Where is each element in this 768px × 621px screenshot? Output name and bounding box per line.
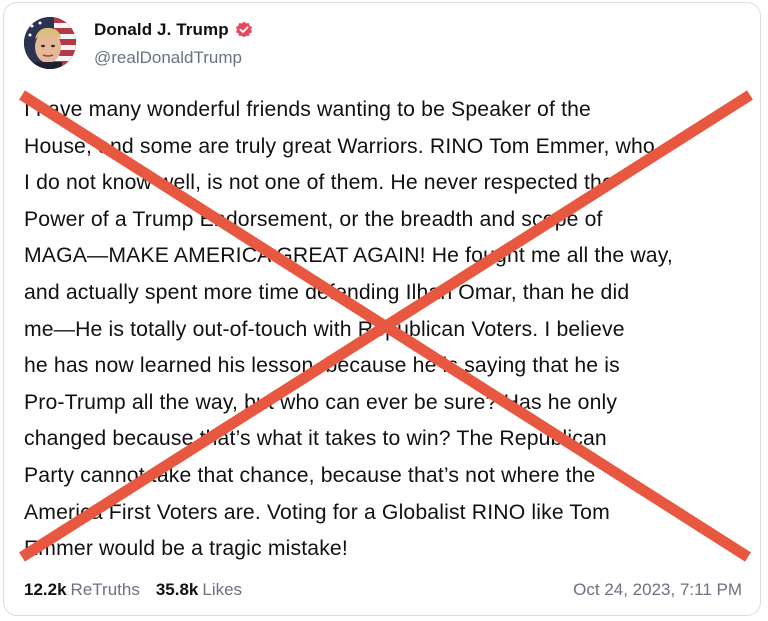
likes-stat[interactable]: 35.8k Likes: [156, 580, 242, 600]
post-line: changed because that’s what it takes to …: [24, 427, 607, 451]
likes-count: 35.8k: [155, 580, 199, 599]
post-line: Pro-Trump all the way, but who can ever …: [24, 390, 618, 414]
post-line: America First Voters are. Voting for a G…: [24, 500, 610, 524]
post-line: House, and some are truly great Warriors…: [24, 134, 655, 158]
avatar[interactable]: [24, 17, 76, 69]
author-handle[interactable]: @realDonaldTrump: [94, 48, 242, 68]
post-line: I have many wonderful friends wanting to…: [24, 98, 591, 121]
post-line: MAGA—MAKE AMERICA GREAT AGAIN! He fought…: [24, 244, 673, 268]
post-stats: 12.2k ReTruths 35.8k Likes: [24, 580, 242, 600]
author-display-name[interactable]: Donald J. Trump: [94, 20, 229, 40]
post-line: Power of a Trump Endorsement, or the bre…: [24, 207, 603, 231]
retruths-count: 12.2k: [24, 580, 67, 599]
post-line: and actually spent more time defending I…: [24, 280, 630, 304]
avatar-image: [24, 17, 76, 69]
verified-badge-icon: [235, 21, 253, 39]
post-timestamp[interactable]: Oct 24, 2023, 7:11 PM: [573, 580, 742, 600]
post-line: he has now learned his lesson, because h…: [24, 354, 620, 378]
author-name-row: Donald J. Trump: [94, 20, 253, 40]
retruths-label: ReTruths: [70, 580, 140, 599]
post-line: me—He is totally out-of-touch with Repub…: [24, 317, 625, 341]
post-body: I have many wonderful friends wanting to…: [24, 92, 754, 568]
post-line: Emmer would be a tragic mistake!: [24, 537, 348, 561]
post-line: Party cannot take that chance, because t…: [24, 463, 596, 487]
likes-label: Likes: [202, 580, 243, 599]
post-line: I do not know well, is not one of them. …: [24, 171, 614, 195]
retruths-stat[interactable]: 12.2k ReTruths: [24, 580, 140, 600]
